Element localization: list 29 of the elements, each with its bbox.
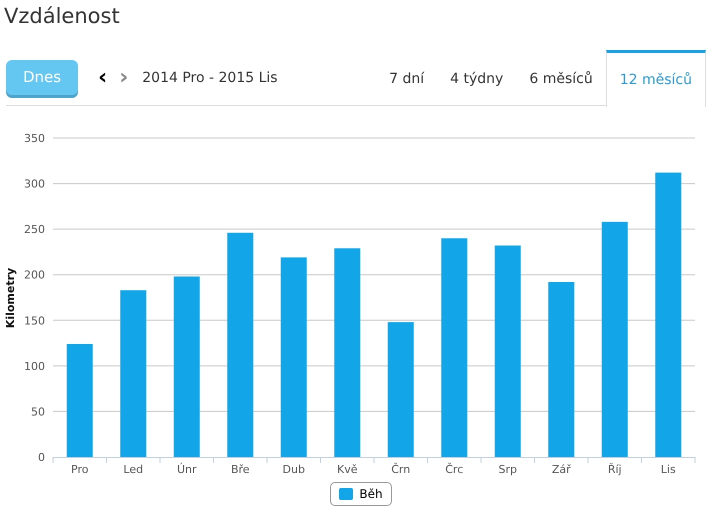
x-tick-label: Led	[123, 463, 144, 476]
page-title: Vzdálenost	[3, 3, 121, 30]
x-tick-label: Únr	[176, 463, 197, 476]
y-tick-label: 0	[38, 451, 45, 464]
previous-button[interactable]: ‹	[92, 67, 114, 89]
legend-item[interactable]: Běh	[330, 482, 392, 506]
x-tick-label: Říj	[608, 463, 622, 476]
y-tick-label: 150	[24, 314, 45, 328]
x-tick-label: Kvě	[337, 463, 358, 476]
period-tab[interactable]: 6 měsíců	[516, 50, 606, 106]
period-tab[interactable]: 7 dní	[376, 50, 438, 106]
x-tick-label: Črn	[391, 463, 410, 476]
date-range: 2014 Pro - 2015 Lis	[142, 68, 278, 88]
x-tick-label: Pro	[71, 463, 88, 476]
x-tick-label: Srp	[498, 463, 517, 476]
y-tick-label: 250	[24, 223, 45, 236]
y-tick-label: 100	[24, 360, 45, 373]
y-axis-title: Kilometry	[4, 268, 17, 328]
period-tab[interactable]: 4 týdny	[437, 50, 516, 106]
x-tick-label: Dub	[282, 463, 305, 476]
x-tick-label: Lis	[660, 463, 676, 476]
x-tick-label: Zář	[552, 463, 571, 476]
y-tick-label: 300	[24, 178, 45, 191]
y-tick-label: 350	[24, 132, 45, 145]
y-tick-label: 200	[24, 268, 45, 282]
x-tick-label: Bře	[230, 463, 250, 476]
x-tick-label: Črc	[445, 463, 464, 476]
next-button[interactable]: ›	[113, 67, 134, 89]
y-tick-label: 50	[31, 405, 45, 418]
